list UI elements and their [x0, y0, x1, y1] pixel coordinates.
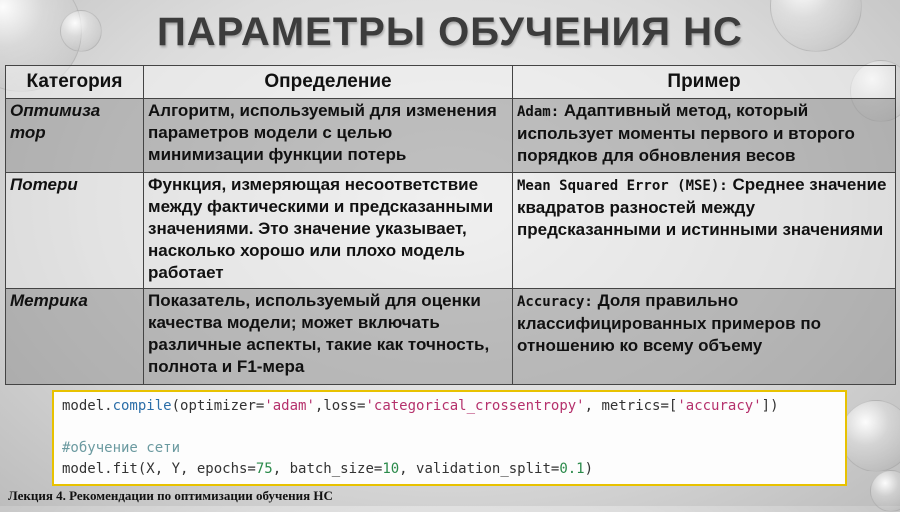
cell-definition: Алгоритм, используемый для изменения пар…: [143, 98, 513, 173]
example-lead: Adam:: [517, 104, 560, 120]
code-token: 75: [255, 461, 273, 477]
table-row: Оптимиза тор Алгоритм, используемый для …: [5, 98, 896, 173]
slide-footer: Лекция 4. Рекомендации по оптимизации об…: [8, 488, 333, 503]
code-token: ): [584, 461, 594, 477]
code-snippet: model.compile(optimizer='adam',loss='cat…: [52, 390, 847, 486]
code-token: 'accuracy': [677, 398, 762, 414]
code-token: compile: [112, 398, 172, 414]
code-token: model.: [62, 398, 113, 414]
code-token: ]): [761, 398, 779, 414]
code-token: 'adam': [264, 398, 315, 414]
table-row: Метрика Показатель, используемый для оце…: [5, 288, 896, 385]
code-token: 'categorical_crossentropy': [365, 398, 585, 414]
code-token: , metrics=[: [584, 398, 678, 414]
code-token: (optimizer=: [171, 398, 265, 414]
code-token: 10: [382, 461, 400, 477]
parameters-table: Категория Определение Пример Оптимиза то…: [5, 65, 896, 385]
example-text: Адаптивный метод, который использует мом…: [517, 101, 855, 165]
code-token: ,loss=: [314, 398, 366, 414]
cell-example: Accuracy: Доля правильно классифицирован…: [512, 288, 896, 385]
table-row: Потери Функция, измеряющая несоответстви…: [5, 172, 896, 289]
code-line-fit: model.fit(X, Y, epochs=75, batch_size=10…: [62, 461, 837, 482]
example-lead: Mean Squared Error (MSE):: [517, 178, 728, 194]
header-category: Категория: [5, 65, 144, 99]
table-header-row: Категория Определение Пример: [5, 65, 896, 99]
code-line-compile: model.compile(optimizer='adam',loss='cat…: [62, 398, 837, 419]
code-token: , validation_split=: [399, 461, 560, 477]
cell-definition: Показатель, используемый для оценки каче…: [143, 288, 513, 385]
cell-category: Метрика: [5, 288, 144, 385]
cell-example: Adam: Адаптивный метод, который использу…: [512, 98, 896, 173]
slide-title: ПАРАМЕТРЫ ОБУЧЕНИЯ НС: [157, 10, 743, 54]
code-token: 0.1: [559, 461, 585, 477]
header-example: Пример: [512, 65, 896, 99]
code-line-comment: #обучение сети: [62, 440, 181, 456]
example-lead: Accuracy:: [517, 294, 593, 310]
cell-category: Потери: [5, 172, 144, 289]
header-definition: Определение: [143, 65, 513, 99]
code-token: , batch_size=: [272, 461, 383, 477]
code-token: model.fit(X, Y, epochs=: [62, 461, 256, 477]
cell-category: Оптимиза тор: [5, 98, 144, 173]
cell-definition: Функция, измеряющая несоответствие между…: [143, 172, 513, 289]
decor-bubble: [840, 400, 900, 472]
cell-example: Mean Squared Error (MSE): Среднее значен…: [512, 172, 896, 289]
